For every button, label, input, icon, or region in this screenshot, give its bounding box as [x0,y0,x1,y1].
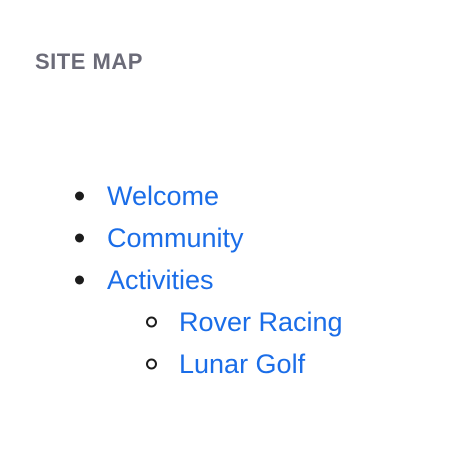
filled-bullet-icon [75,191,84,201]
site-map-list: Welcome Community Activities Rover Racin… [0,175,343,385]
list-item-activities: Activities [0,259,343,301]
list-item-welcome: Welcome [0,175,343,217]
list-item-lunar-golf: Lunar Golf [0,343,343,385]
list-item-rover-racing: Rover Racing [0,301,343,343]
activities-link[interactable]: Activities [107,265,214,295]
filled-bullet-icon [75,233,84,243]
community-link[interactable]: Community [107,223,244,253]
welcome-link[interactable]: Welcome [107,181,219,211]
lunar-golf-link[interactable]: Lunar Golf [179,349,305,379]
list-item-community: Community [0,217,343,259]
hollow-bullet-icon [146,358,157,370]
site-map-heading: SITE MAP [35,49,143,74]
rover-racing-link[interactable]: Rover Racing [179,307,343,337]
hollow-bullet-icon [146,316,157,328]
filled-bullet-icon [75,275,84,285]
